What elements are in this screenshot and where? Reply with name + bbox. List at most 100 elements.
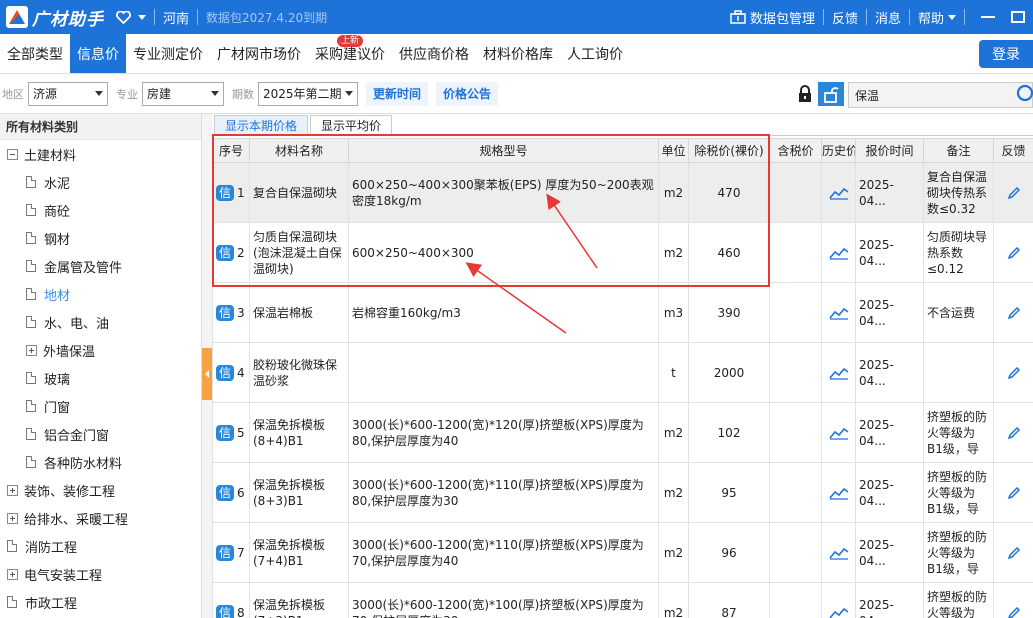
- sidebar-item-9[interactable]: 门窗: [0, 392, 201, 420]
- tab-professional-price[interactable]: 专业测定价: [126, 34, 210, 73]
- feedback-cell[interactable]: [993, 522, 1033, 583]
- region-select[interactable]: 济源: [28, 81, 108, 106]
- feedback-cell[interactable]: [993, 582, 1033, 618]
- tab-supplier-price[interactable]: 供应商价格: [392, 34, 476, 73]
- trend-chart-icon[interactable]: [825, 426, 852, 440]
- minimize-button[interactable]: [973, 0, 1003, 34]
- column-header[interactable]: 材料名称: [249, 138, 349, 163]
- sidebar-item-11[interactable]: 各种防水材料: [0, 448, 201, 476]
- search-icon[interactable]: [1013, 83, 1033, 105]
- sidebar-item-14[interactable]: 消防工程: [0, 532, 201, 560]
- column-header[interactable]: 序号: [212, 138, 250, 163]
- tab-average-price[interactable]: 显示平均价: [310, 115, 393, 135]
- login-button[interactable]: 登录: [979, 40, 1033, 68]
- table-row[interactable]: 信 4 胶粉玻化微珠保温砂浆 t 2000 2025-04...: [212, 342, 1033, 403]
- price-notice-button[interactable]: 价格公告: [436, 81, 499, 106]
- feedback-cell[interactable]: [993, 222, 1033, 283]
- trend-chart-icon[interactable]: [825, 246, 852, 260]
- sidebar-item-4[interactable]: 金属管及管件: [0, 252, 201, 280]
- sidebar-item-0[interactable]: 土建材料: [0, 140, 201, 168]
- column-header[interactable]: 反馈: [993, 138, 1033, 163]
- update-time-button[interactable]: 更新时间: [366, 81, 429, 106]
- expand-icon[interactable]: [7, 484, 18, 496]
- table-row[interactable]: 信 3 保温岩棉板 岩棉容重160kg/m3 m3 390 2025-04... 不含运费: [212, 282, 1033, 343]
- trend-chart-icon[interactable]: [825, 606, 852, 618]
- sidebar-item-6[interactable]: 水、电、油: [0, 308, 201, 336]
- region-selector[interactable]: 河南: [163, 8, 189, 27]
- feedback-cell[interactable]: [993, 342, 1033, 403]
- collapse-sidebar-handle[interactable]: [202, 348, 212, 400]
- feedback-button[interactable]: 反馈: [832, 8, 858, 27]
- tab-current-price[interactable]: 显示本期价格: [214, 115, 309, 135]
- edit-icon[interactable]: [997, 186, 1030, 200]
- column-header[interactable]: 历史价: [821, 138, 856, 163]
- sidebar-item-15[interactable]: 电气安装工程: [0, 560, 201, 588]
- column-header[interactable]: 单位: [658, 138, 689, 163]
- sidebar-item-16[interactable]: 市政工程: [0, 588, 201, 616]
- maximize-button[interactable]: [1003, 0, 1033, 34]
- lock-icon[interactable]: [794, 82, 816, 106]
- trend-chart-icon[interactable]: [825, 306, 852, 320]
- edit-icon[interactable]: [997, 546, 1030, 560]
- search-input[interactable]: 保温: [848, 82, 1033, 108]
- package-manage-button[interactable]: 数据包管理: [730, 8, 815, 27]
- table-row[interactable]: 信 1 复合自保温砌块 600×250~400×300聚苯板(EPS) 厚度为50~2…: [212, 162, 1033, 223]
- history-cell[interactable]: [821, 162, 856, 223]
- column-header[interactable]: 含税价: [769, 138, 822, 163]
- trend-chart-icon[interactable]: [825, 546, 852, 560]
- edit-icon[interactable]: [997, 366, 1030, 380]
- expand-icon[interactable]: [7, 512, 18, 524]
- unlock-icon[interactable]: [818, 82, 844, 106]
- sidebar-item-1[interactable]: 水泥: [0, 168, 201, 196]
- expand-icon[interactable]: [7, 568, 18, 580]
- feedback-cell[interactable]: [993, 462, 1033, 523]
- trend-chart-icon[interactable]: [825, 366, 852, 380]
- edit-icon[interactable]: [997, 426, 1030, 440]
- tab-purchase-suggest[interactable]: 上新 采购建议价: [308, 34, 392, 73]
- trend-chart-icon[interactable]: [825, 186, 852, 200]
- history-cell[interactable]: [821, 402, 856, 463]
- period-select[interactable]: 2025年第二期: [258, 81, 358, 106]
- history-cell[interactable]: [821, 582, 856, 618]
- history-cell[interactable]: [821, 522, 856, 583]
- table-row[interactable]: 信8保温免拆模板(7+3)B13000(长)*600-1200(宽)*100(厚…: [212, 582, 1033, 618]
- table-row[interactable]: 信 2 匀质自保温砌块(泡沫混凝土自保温砌块) 600×250~400×300 m2 46…: [212, 222, 1033, 283]
- messages-button[interactable]: 消息: [875, 8, 901, 27]
- tab-market-price[interactable]: 广材网市场价: [210, 34, 308, 73]
- specialty-select[interactable]: 房建: [142, 81, 224, 106]
- feedback-cell[interactable]: [993, 282, 1033, 343]
- history-cell[interactable]: [821, 282, 856, 343]
- favorite-icon[interactable]: [116, 10, 131, 24]
- sidebar-item-12[interactable]: 装饰、装修工程: [0, 476, 201, 504]
- sidebar-item-5[interactable]: 地材: [0, 280, 201, 308]
- sidebar-item-3[interactable]: 钢材: [0, 224, 201, 252]
- sidebar-item-7[interactable]: 外墙保温: [0, 336, 201, 364]
- history-cell[interactable]: [821, 462, 856, 523]
- history-cell[interactable]: [821, 222, 856, 283]
- sidebar-item-10[interactable]: 铝合金门窗: [0, 420, 201, 448]
- sidebar-item-2[interactable]: 商砼: [0, 196, 201, 224]
- tab-all-types[interactable]: 全部类型: [0, 34, 70, 73]
- tab-material-library[interactable]: 材料价格库: [476, 34, 560, 73]
- column-header[interactable]: 规格型号: [348, 138, 659, 163]
- table-row[interactable]: 信 6 保温免拆模板(8+3)B1 3000(长)*600-1200(宽)*110(厚…: [212, 462, 1033, 523]
- help-menu[interactable]: 帮助: [918, 8, 956, 27]
- edit-icon[interactable]: [997, 486, 1030, 500]
- history-cell[interactable]: [821, 342, 856, 403]
- chevron-down-icon[interactable]: [138, 14, 146, 20]
- column-header[interactable]: 备注: [923, 138, 994, 163]
- feedback-cell[interactable]: [993, 402, 1033, 463]
- tab-info-price[interactable]: 信息价: [70, 34, 126, 73]
- table-row[interactable]: 信 7 保温免拆模板(7+4)B1 3000(长)*600-1200(宽)*110(厚…: [212, 522, 1033, 583]
- column-header[interactable]: 除税价(裸价): [688, 138, 770, 163]
- edit-icon[interactable]: [997, 246, 1030, 260]
- collapse-icon[interactable]: [7, 148, 18, 160]
- table-row[interactable]: 信 5 保温免拆模板(8+4)B1 3000(长)*600-1200(宽)*120(厚…: [212, 402, 1033, 463]
- feedback-cell[interactable]: [993, 162, 1033, 223]
- edit-icon[interactable]: [997, 606, 1030, 618]
- column-header[interactable]: 报价时间: [855, 138, 924, 163]
- sidebar-item-13[interactable]: 给排水、采暖工程: [0, 504, 201, 532]
- trend-chart-icon[interactable]: [825, 486, 852, 500]
- edit-icon[interactable]: [997, 306, 1030, 320]
- tab-labor-inquiry[interactable]: 人工询价: [560, 34, 630, 73]
